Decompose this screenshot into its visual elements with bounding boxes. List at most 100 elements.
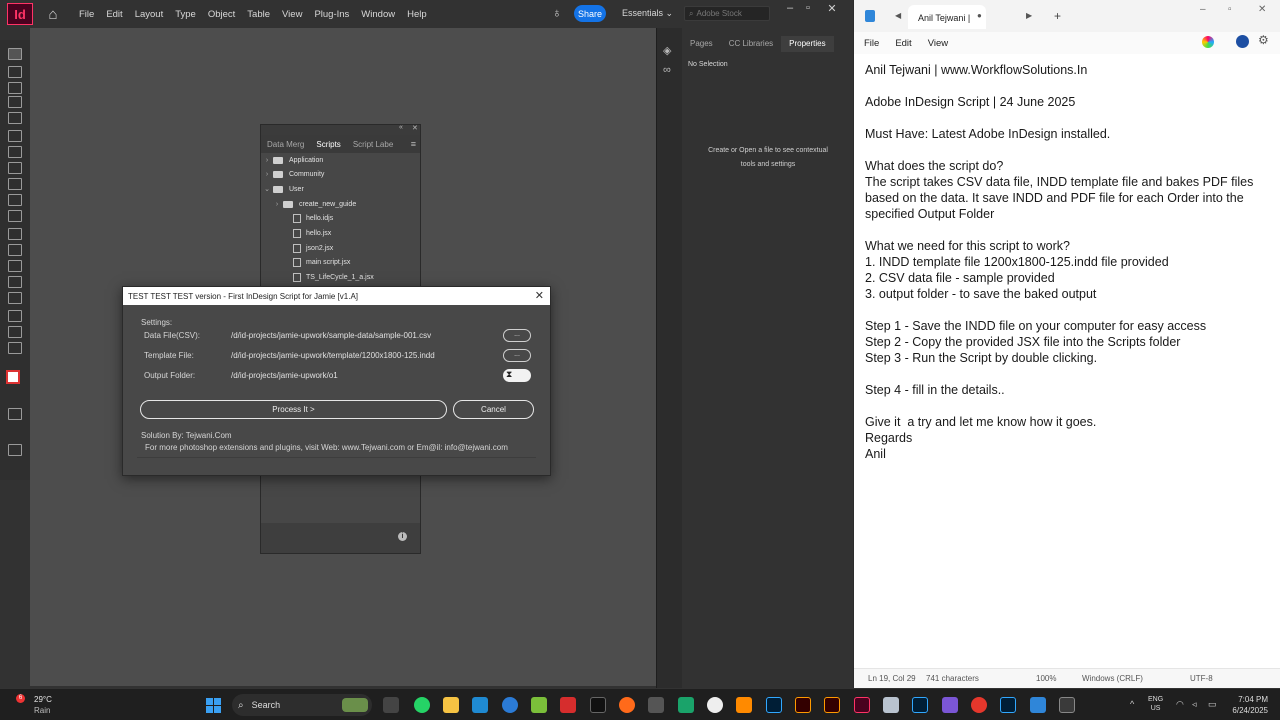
tab-scroll-right-icon[interactable]: ▶ [1026,11,1032,20]
copilot-icon[interactable] [1202,36,1214,48]
tab-cc-libraries[interactable]: CC Libraries [721,36,781,52]
hand-tool-icon[interactable] [8,326,22,338]
taskbar-search[interactable]: ⌕ Search [232,694,372,716]
pencil-tool-icon[interactable] [8,178,22,190]
close-icon[interactable]: ✕ [412,124,418,132]
wifi-icon[interactable]: ◠ [1176,699,1186,709]
menu-plugins[interactable]: Plug-Ins [314,9,349,20]
indesign-icon[interactable] [854,697,870,713]
close-icon[interactable]: ✕ [535,289,544,302]
eyedropper-tool-icon[interactable] [8,310,22,322]
file-explorer-icon[interactable] [443,697,459,713]
tree-folder-community[interactable]: › Community [261,167,420,181]
browse-template-button[interactable]: ... [503,349,531,362]
chrome-icon[interactable] [971,697,987,713]
task-view-icon[interactable] [383,697,399,713]
language-indicator[interactable]: ENG US [1148,695,1163,713]
content-collector-icon[interactable] [8,112,22,124]
type-tool-icon[interactable] [8,130,22,142]
panel-menu-icon[interactable]: ≡ [411,139,416,149]
vscode-icon[interactable] [472,697,488,713]
battery-icon[interactable]: ▭ [1208,699,1218,709]
whatsapp-icon[interactable] [414,697,430,713]
tree-folder-create-new-guide[interactable]: › create_new_guide [261,197,420,211]
filezilla-icon[interactable] [560,697,576,713]
illustrator-2-icon[interactable] [824,697,840,713]
tree-folder-user[interactable]: ⌄ User [261,182,420,196]
collapse-icon[interactable]: « [399,124,403,131]
new-tab-icon[interactable]: + [1054,9,1061,23]
slack-icon[interactable] [942,697,958,713]
app-green-icon[interactable] [678,697,694,713]
cancel-button[interactable]: Cancel [453,400,534,419]
apply-color-icon[interactable] [8,408,22,420]
notepad-icon[interactable] [1030,697,1046,713]
gradient-tool-icon[interactable] [8,260,22,272]
menu-type[interactable]: Type [175,9,196,20]
tree-file-hello-idjs[interactable]: hello.idjs [261,211,420,225]
share-button[interactable]: Share [574,5,606,22]
scripts-panel-header[interactable]: « ✕ [261,124,420,135]
tab-script-label[interactable]: Script Labe [347,140,399,149]
workspace-switcher[interactable]: Essentials ⌄ [622,8,673,19]
dialog-titlebar[interactable]: TEST TEST TEST version - First InDesign … [123,287,550,305]
close-icon[interactable]: ✕ [1258,4,1266,15]
notepadpp-icon[interactable] [531,697,547,713]
line-ending[interactable]: Windows (CRLF) [1082,674,1143,683]
close-icon[interactable]: ✕ [824,2,840,15]
maximize-icon[interactable]: ▫ [800,2,816,14]
chevron-up-icon[interactable]: ^ [1130,699,1140,709]
process-button[interactable]: Process It > [140,400,447,419]
fill-stroke-swatch[interactable] [6,370,20,384]
unsaved-dot-icon[interactable]: ● [977,11,982,20]
minimize-icon[interactable]: – [1200,4,1206,15]
gradient-feather-tool-icon[interactable] [8,276,22,288]
menu-file[interactable]: File [79,9,94,20]
info-icon[interactable]: i [398,532,407,541]
tab-scripts[interactable]: Scripts [310,140,346,149]
speaker-icon[interactable]: ◃ [1192,699,1202,709]
pen-tool-icon[interactable] [8,162,22,174]
home-icon[interactable]: ⌂ [45,6,61,23]
gap-tool-icon[interactable] [8,96,22,108]
firefox-icon[interactable] [619,697,635,713]
menu-layout[interactable]: Layout [135,9,164,20]
line-tool-icon[interactable] [8,146,22,158]
photoshop-2-icon[interactable] [912,697,928,713]
menu-table[interactable]: Table [247,9,270,20]
app-window-icon[interactable] [1059,697,1075,713]
tree-file-hello-jsx[interactable]: hello.jsx [261,226,420,240]
app-gray-icon[interactable] [883,697,899,713]
lightbulb-icon[interactable]: ♁ [552,5,564,21]
menu-view[interactable]: View [282,9,302,20]
terminal-icon[interactable] [590,697,606,713]
photoshop-3-icon[interactable] [1000,697,1016,713]
menu-view[interactable]: View [928,38,948,49]
photoshop-icon[interactable] [766,697,782,713]
vlc-icon[interactable] [736,697,752,713]
tab-pages[interactable]: Pages [682,36,721,52]
zoom-level[interactable]: 100% [1036,674,1056,683]
notepad-text-area[interactable]: Anil Tejwani | www.WorkflowSolutions.In … [865,62,1277,662]
page-tool-icon[interactable] [8,82,22,94]
illustrator-icon[interactable] [795,697,811,713]
inkscape-icon[interactable] [648,697,664,713]
scissors-tool-icon[interactable] [8,228,22,240]
clock[interactable]: 7:04 PM 6/24/2025 [1228,694,1268,716]
menu-edit[interactable]: Edit [895,38,911,49]
layers-icon[interactable]: ◈ [663,44,677,57]
rectangle-frame-tool-icon[interactable] [8,194,22,206]
tab-properties[interactable]: Properties [781,36,834,52]
menu-edit[interactable]: Edit [106,9,122,20]
rectangle-tool-icon[interactable] [8,210,22,222]
selection-tool-icon[interactable] [8,48,22,60]
screen-mode-icon[interactable] [8,444,22,456]
tab-data-merge[interactable]: Data Merg [261,140,310,149]
note-tool-icon[interactable] [8,292,22,304]
upwork-icon[interactable] [707,697,723,713]
direct-selection-tool-icon[interactable] [8,66,22,78]
minimize-icon[interactable]: – [782,2,798,14]
notepad-tab[interactable]: Anil Tejwani | [908,5,986,29]
zoom-tool-icon[interactable] [8,342,22,354]
profile-icon[interactable] [1236,35,1249,48]
